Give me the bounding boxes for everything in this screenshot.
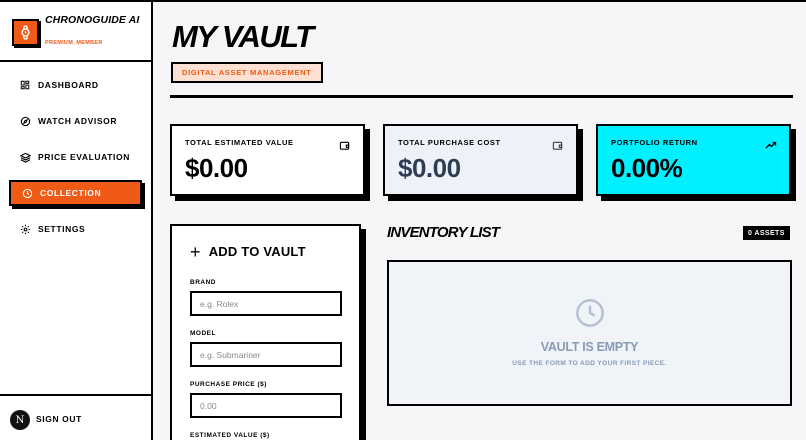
stat-label: TOTAL PURCHASE COST [398,138,501,147]
dashboard-icon [19,79,31,91]
main-nav: DASHBOARD WATCH ADVISOR PRICE EVALUATION… [0,72,151,252]
empty-state: VAULT IS EMPTY USE THE FORM TO ADD YOUR … [387,260,792,406]
brand-label: BRAND [190,279,216,286]
purchase-price-label: PURCHASE PRICE ($) [190,381,267,388]
app-title: CHRONOGUIDE AI [45,14,140,26]
main-content: MY VAULT DIGITAL ASSET MANAGEMENT TOTAL … [153,0,806,440]
form-title-text: ADD TO VAULT [208,244,306,259]
sign-out-button[interactable]: SIGN OUT [36,414,82,424]
nav-item-dashboard[interactable]: DASHBOARD [9,72,142,98]
membership-label: PREMIUM_MEMBER [45,40,103,46]
nav-item-collection[interactable]: COLLECTION [9,180,142,206]
form-title: + ADD TO VAULT [190,241,306,262]
compass-icon [19,115,31,127]
stat-label: TOTAL ESTIMATED VALUE [185,138,294,147]
nav-label: PRICE EVALUATION [38,152,130,162]
stat-label: PORTFOLIO RETURN [611,138,698,147]
model-input[interactable] [190,342,342,367]
nav-item-watch-advisor[interactable]: WATCH ADVISOR [9,108,142,134]
empty-subtitle: USE THE FORM TO ADD YOUR FIRST PIECE. [512,360,667,367]
trending-up-icon [765,138,777,150]
inventory-title: INVENTORY LIST [387,224,500,241]
nav-item-price-evaluation[interactable]: PRICE EVALUATION [9,144,142,170]
sidebar-footer: N SIGN OUT [0,394,151,440]
model-label: MODEL [190,330,216,337]
nav-label: DASHBOARD [38,80,99,90]
nav-label: COLLECTION [40,188,102,198]
stat-value: 0.00% [611,153,683,183]
add-to-vault-form: + ADD TO VAULT BRAND MODEL PURCHASE PRIC… [170,224,361,440]
gear-icon [19,223,31,235]
stat-card-estimated-value: TOTAL ESTIMATED VALUE $0.00 [170,124,365,196]
purchase-price-input[interactable] [190,393,342,418]
plus-icon: + [190,241,201,262]
sidebar: CHRONOGUIDE AI PREMIUM_MEMBER DASHBOARD … [0,0,153,440]
nav-label: WATCH ADVISOR [38,116,118,126]
divider [170,95,793,98]
stat-value: $0.00 [185,153,248,183]
wallet-icon [552,138,564,150]
empty-title: VAULT IS EMPTY [540,340,639,354]
wallet-icon [339,138,351,150]
asset-count-badge: 0 ASSETS [743,226,790,240]
stat-card-portfolio-return: PORTFOLIO RETURN 0.00% [596,124,791,196]
nav-label: SETTINGS [38,224,86,234]
avatar[interactable]: N [10,410,30,430]
brand-header: CHRONOGUIDE AI PREMIUM_MEMBER [0,2,151,62]
page-title: MY VAULT [172,19,314,54]
clock-icon [574,297,606,334]
nav-item-settings[interactable]: SETTINGS [9,216,142,242]
watch-logo-icon[interactable] [12,19,39,46]
layers-icon [19,151,31,163]
page-tag: DIGITAL ASSET MANAGEMENT [171,62,323,83]
brand-input[interactable] [190,291,342,316]
stat-value: $0.00 [398,153,461,183]
stat-card-purchase-cost: TOTAL PURCHASE COST $0.00 [383,124,578,196]
estimated-value-label: ESTIMATED VALUE ($) [190,432,270,439]
clock-icon [21,187,33,199]
